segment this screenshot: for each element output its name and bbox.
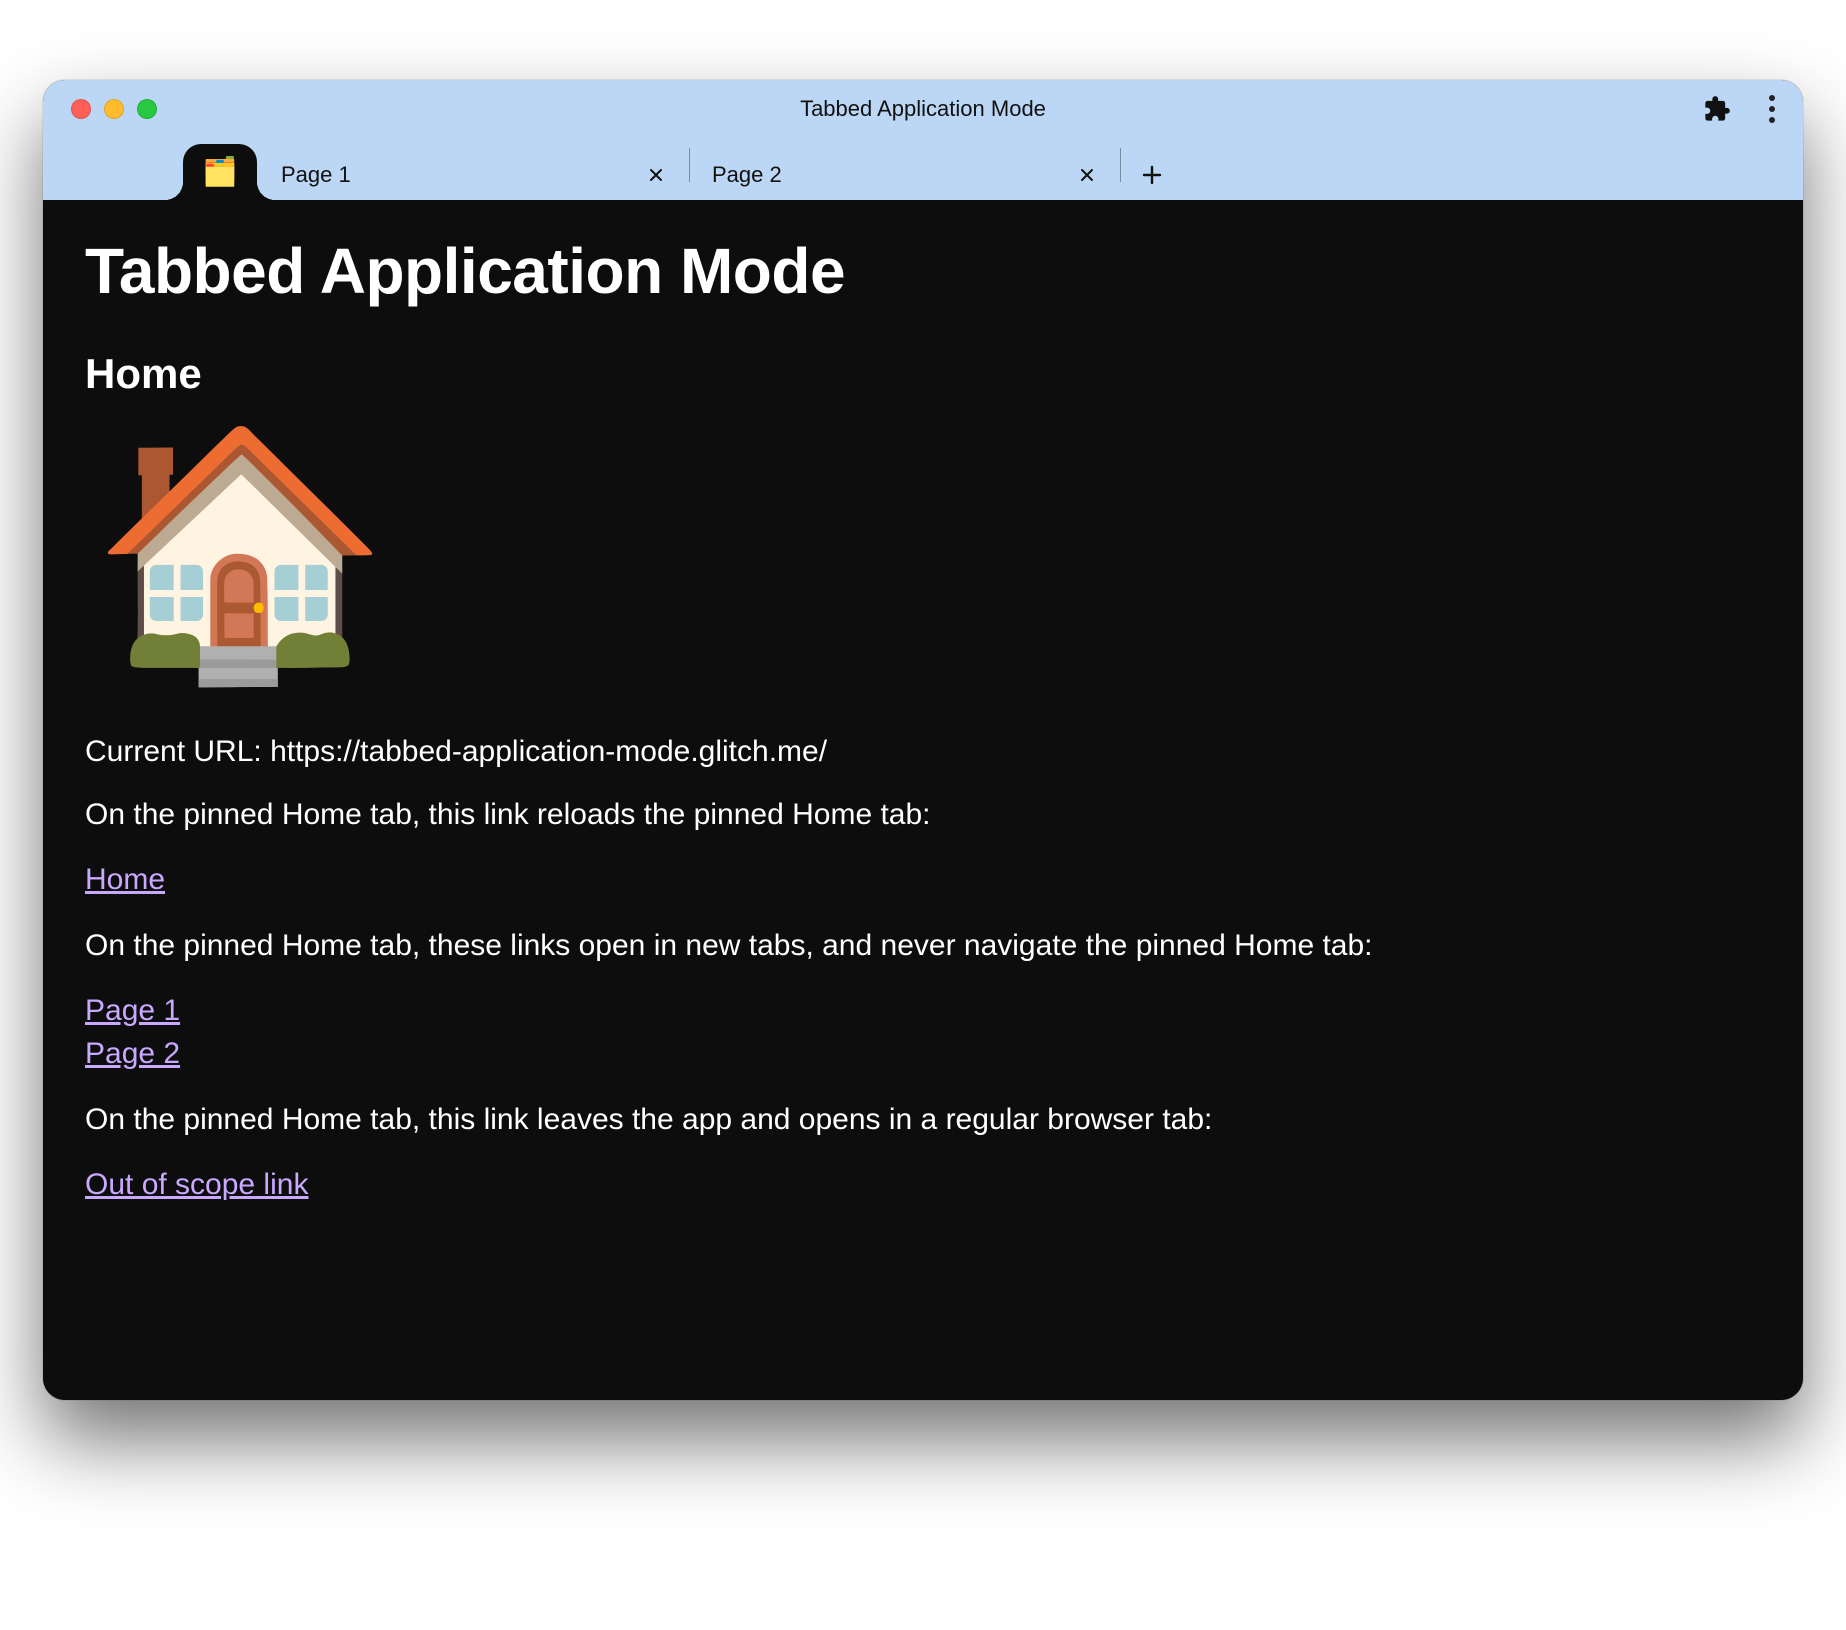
titlebar: Tabbed Application Mode	[43, 80, 1803, 138]
link-page-1[interactable]: Page 1	[85, 989, 1761, 1033]
pinned-home-tab[interactable]: 🗂️	[183, 144, 257, 200]
link-out-of-scope[interactable]: Out of scope link	[85, 1163, 1761, 1207]
para-out-of-scope: On the pinned Home tab, this link leaves…	[85, 1100, 1761, 1139]
page-content: Tabbed Application Mode Home 🏠 Current U…	[43, 200, 1803, 1400]
window-title: Tabbed Application Mode	[43, 96, 1803, 122]
tab-label: Page 1	[281, 162, 351, 188]
current-url-value: https://tabbed-application-mode.glitch.m…	[270, 735, 827, 768]
page-subtitle: Home	[85, 350, 1761, 398]
page-title: Tabbed Application Mode	[85, 234, 1761, 308]
tabs-icon: 🗂️	[203, 158, 238, 186]
tab-label: Page 2	[712, 162, 782, 188]
close-tab-button[interactable]	[1072, 160, 1102, 190]
link-page-2[interactable]: Page 2	[85, 1032, 1761, 1076]
traffic-lights	[71, 99, 157, 119]
tab-page-2[interactable]: Page 2	[690, 150, 1120, 200]
current-url-label: Current URL:	[85, 735, 270, 768]
minimize-window-button[interactable]	[104, 99, 124, 119]
tab-page-1[interactable]: Page 1	[259, 150, 689, 200]
extensions-icon[interactable]	[1703, 95, 1731, 123]
para-open-new-tabs: On the pinned Home tab, these links open…	[85, 926, 1761, 965]
close-tab-button[interactable]	[641, 160, 671, 190]
tab-strip: 🗂️ Page 1 Page 2	[43, 138, 1803, 200]
tab-separator	[1120, 148, 1121, 182]
app-window: Tabbed Application Mode 🗂️ Page 1	[43, 80, 1803, 1400]
fullscreen-window-button[interactable]	[137, 99, 157, 119]
close-window-button[interactable]	[71, 99, 91, 119]
new-tab-button[interactable]	[1127, 150, 1177, 200]
para-reload-home: On the pinned Home tab, this link reload…	[85, 795, 1761, 834]
current-url: Current URL: https://tabbed-application-…	[85, 732, 1761, 771]
link-home[interactable]: Home	[85, 858, 1761, 902]
house-icon: 🏠	[91, 432, 1761, 672]
menu-button[interactable]	[1759, 89, 1785, 129]
